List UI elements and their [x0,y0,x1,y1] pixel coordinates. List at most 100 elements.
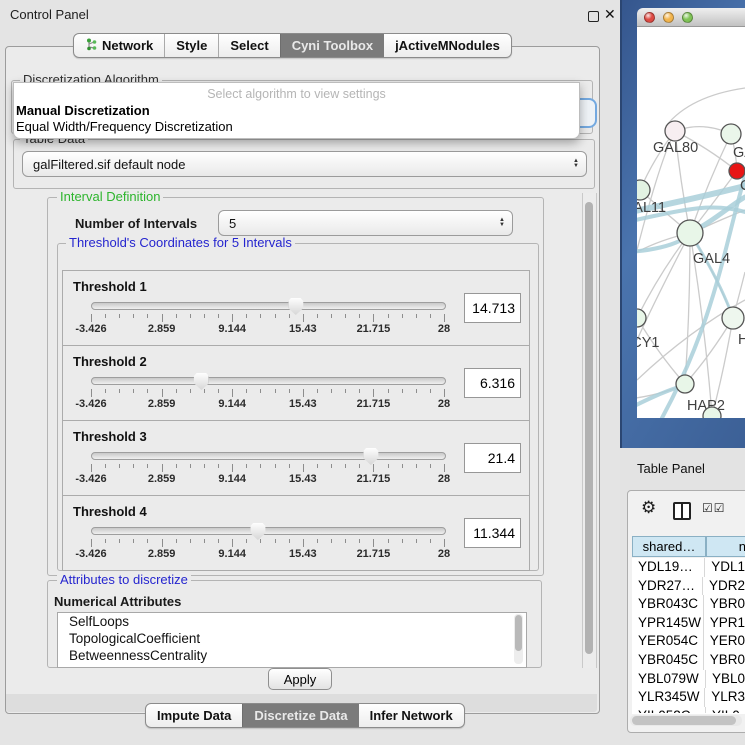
slider-handle[interactable] [194,373,209,390]
apply-button[interactable]: Apply [268,668,332,690]
select-columns-icon[interactable]: ☑☑ [702,501,726,515]
threshold-value-field[interactable]: 21.4 [464,443,521,473]
tick-label: 15.43 [289,323,317,335]
table-row[interactable]: YIL052CYIL0 [632,707,745,713]
tick-label: 2.859 [148,548,176,560]
table-header-row: shared…na [632,536,745,557]
number-of-intervals-select[interactable]: 5 ▲▼ [218,210,513,236]
tab-infer-network[interactable]: Infer Network [359,704,464,727]
table-cell: YPR1 [704,614,745,633]
attribute-list-item[interactable]: BetweennessCentrality [58,647,526,664]
tick-label: 21.715 [357,323,391,335]
attribute-list-item[interactable]: TopologicalCoefficient [58,630,526,647]
cyni-mode-tabs: Impute DataDiscretize Data Infer Network [145,703,465,728]
table-row[interactable]: YDR27…YDR2 [632,577,745,596]
table-horizontal-scrollbar[interactable] [630,715,742,726]
network-view-canvas[interactable]: GAL80GAGAL11CGAL4GCY1HHAP2 [637,27,745,418]
threshold-label: Threshold 3 [73,429,147,444]
threshold-row: Threshold 3 -3.4262.8599.14415.4321.71528… [62,421,530,496]
number-of-intervals-value: 5 [229,216,236,231]
threshold-value-field[interactable]: 14.713 [464,293,521,323]
columns-icon[interactable] [673,502,691,520]
table-cell: YBL079W [632,670,706,689]
table-cell: YLR3 [705,688,745,707]
network-edge-thick[interactable] [637,386,682,413]
table-data-select[interactable]: galFiltered.sif default node ▲▼ [22,151,587,177]
network-edge[interactable] [666,88,745,126]
interval-definition-group-label: Interval Definition [57,190,163,203]
table-row[interactable]: YBL079WYBL0 [632,670,745,689]
tab-cyni-toolbox[interactable]: Cyni Toolbox [280,34,384,57]
threshold-rows: Threshold 1-3.4262.8599.14415.4321.71528… [62,270,530,571]
algorithm-option-equal-width[interactable]: Equal Width/Frequency Discretization [16,119,233,134]
screen: Control Panel ✕ NetworkStyle Select Cyni T… [0,0,745,745]
slider-handle[interactable] [363,448,378,465]
tick-label: -3.426 [75,323,106,335]
control-panel-title: Control Panel [10,7,89,22]
tick-label: 9.144 [218,548,246,560]
threshold-row: Threshold 4-3.4262.8599.14415.4321.71528… [62,496,530,571]
network-node[interactable] [729,163,745,179]
threshold-slider[interactable] [91,452,446,460]
threshold-label: Threshold 2 [73,354,147,369]
tick-label: 9.144 [218,398,246,410]
tick-label: 28 [438,398,450,410]
network-node[interactable] [676,375,694,393]
gear-icon[interactable]: ⚙ [641,499,656,516]
tab-select[interactable]: Select [218,34,279,57]
close-traffic-light-icon[interactable] [644,12,655,23]
table-cell: YIL052C [632,707,706,713]
table-row[interactable]: YER054CYER0 [632,632,745,651]
tab-label: Select [230,38,268,53]
slider-tick-labels: -3.4262.8599.14415.4321.71528 [91,473,444,485]
table-row[interactable]: YBR043CYBR0 [632,595,745,614]
table-rows: YDL19…YDL1YDR27…YDR2YBR043CYBR0YPR145WYP… [632,558,745,713]
close-icon[interactable]: ✕ [604,6,616,23]
algorithm-placeholder-option[interactable]: Select algorithm to view settings [14,87,579,101]
tick-label: -3.426 [75,398,106,410]
network-window-titlebar[interactable] [637,8,745,27]
network-node[interactable] [721,124,741,144]
tab-impute-data[interactable]: Impute Data [146,704,242,727]
tab-label: jActiveMNodules [395,38,500,53]
slider-handle[interactable] [250,523,265,540]
float-window-icon[interactable] [588,11,599,22]
network-node[interactable] [665,121,685,141]
tab-discretize-data[interactable]: Discretize Data [242,704,358,727]
network-node[interactable] [677,220,703,246]
table-row[interactable]: YDL19…YDL1 [632,558,745,577]
zoom-traffic-light-icon[interactable] [682,12,693,23]
threshold-row: Threshold 2-3.4262.8599.14415.4321.71528… [62,346,530,421]
tick-label: 9.144 [218,473,246,485]
threshold-slider[interactable] [91,377,446,385]
tab-style[interactable]: Style [164,34,218,57]
threshold-slider[interactable] [91,527,446,535]
threshold-value-field[interactable]: 6.316 [464,368,521,398]
table-row[interactable]: YLR345WYLR3 [632,688,745,707]
tick-label: 28 [438,323,450,335]
threshold-value-field[interactable]: 11.344 [464,518,521,548]
table-column-header[interactable]: na [706,536,745,557]
attribute-list-item[interactable]: SelfLoops [58,613,526,630]
algorithm-dropdown-popup: Select algorithm to view settings Manual… [13,82,580,139]
network-node-label: GAL80 [653,140,698,156]
tick-label: 15.43 [289,548,317,560]
slider-handle[interactable] [288,298,303,315]
tab-network[interactable]: Network [74,34,164,57]
settings-scrollbar[interactable] [582,193,597,668]
tick-label: 21.715 [357,473,391,485]
attributes-list-scrollbar[interactable] [514,614,523,664]
tick-label: -3.426 [75,548,106,560]
network-node[interactable] [722,307,744,329]
table-cell: YLR345W [632,688,705,707]
stepper-arrows-icon: ▲▼ [573,159,579,169]
minimize-traffic-light-icon[interactable] [663,12,674,23]
table-column-header[interactable]: shared… [632,536,706,557]
table-row[interactable]: YBR045CYBR0 [632,651,745,670]
algorithm-option-manual[interactable]: Manual Discretization [16,103,150,118]
table-row[interactable]: YPR145WYPR1 [632,614,745,633]
threshold-slider[interactable] [91,302,446,310]
tab-label: Infer Network [370,708,453,723]
table-cell: YBR0 [704,651,745,670]
tab-jactivemnodules[interactable]: jActiveMNodules [384,34,511,57]
